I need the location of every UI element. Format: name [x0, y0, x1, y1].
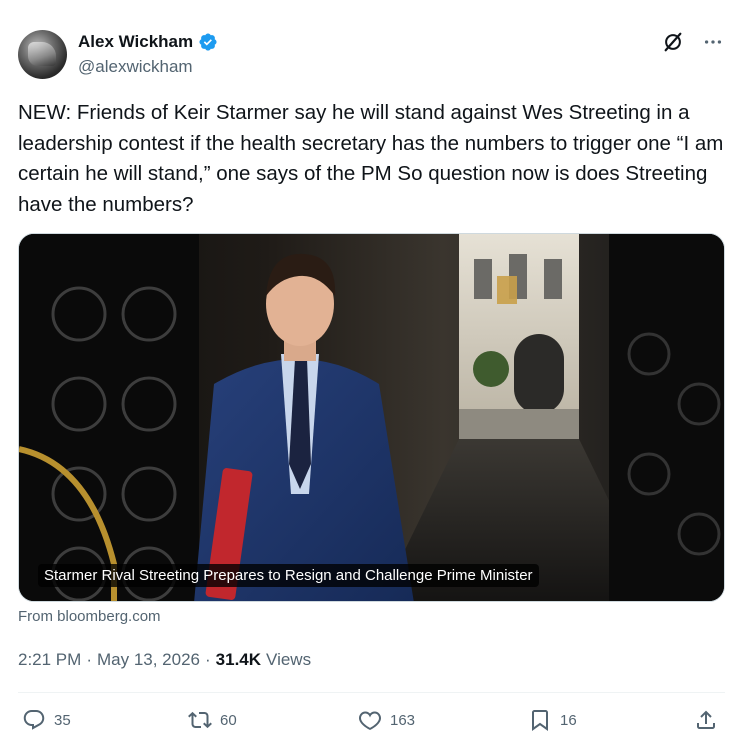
like-button[interactable]: 163 — [358, 708, 415, 732]
reply-button[interactable]: 35 — [22, 708, 71, 732]
tweet-text: NEW: Friends of Keir Starmer say he will… — [18, 101, 730, 216]
reply-count: 35 — [54, 711, 71, 729]
author-name-row: Alex Wickham — [78, 32, 218, 52]
reply-icon — [23, 710, 45, 730]
link-card-title: Starmer Rival Streeting Prepares to Resi… — [38, 564, 539, 587]
meta-separator: · — [205, 650, 211, 669]
verified-badge-icon[interactable] — [198, 32, 218, 52]
link-card-image — [19, 234, 724, 601]
repost-icon — [188, 711, 212, 729]
tweet-actions: 35 60 163 16 — [18, 708, 725, 740]
meta-separator: · — [86, 650, 92, 669]
views-count: 31.4K — [215, 650, 262, 669]
divider — [18, 692, 725, 693]
author-display-name[interactable]: Alex Wickham — [78, 32, 193, 52]
repost-button[interactable]: 60 — [188, 708, 237, 732]
grok-icon[interactable] — [662, 31, 684, 53]
link-source[interactable]: From bloomberg.com — [18, 608, 161, 625]
link-card[interactable]: Starmer Rival Streeting Prepares to Resi… — [18, 233, 725, 602]
repost-count: 60 — [220, 711, 237, 729]
bookmark-icon — [532, 710, 548, 731]
author-handle[interactable]: @alexwickham — [78, 57, 193, 77]
tweet-date[interactable]: May 13, 2026 — [97, 650, 200, 670]
avatar[interactable] — [18, 30, 67, 79]
bookmark-count: 16 — [560, 711, 577, 729]
tweet-top-actions — [662, 31, 724, 53]
tweet-time[interactable]: 2:21 PM — [18, 650, 81, 670]
tweet-meta: 2:21 PM · May 13, 2026 · 31.4K Views — [18, 650, 311, 670]
share-icon — [697, 710, 715, 729]
bookmark-button[interactable]: 16 — [528, 708, 577, 732]
more-icon[interactable] — [702, 31, 724, 53]
share-button[interactable] — [694, 708, 718, 732]
views-label: Views — [266, 650, 312, 669]
like-count: 163 — [390, 711, 416, 729]
like-icon — [359, 711, 381, 731]
